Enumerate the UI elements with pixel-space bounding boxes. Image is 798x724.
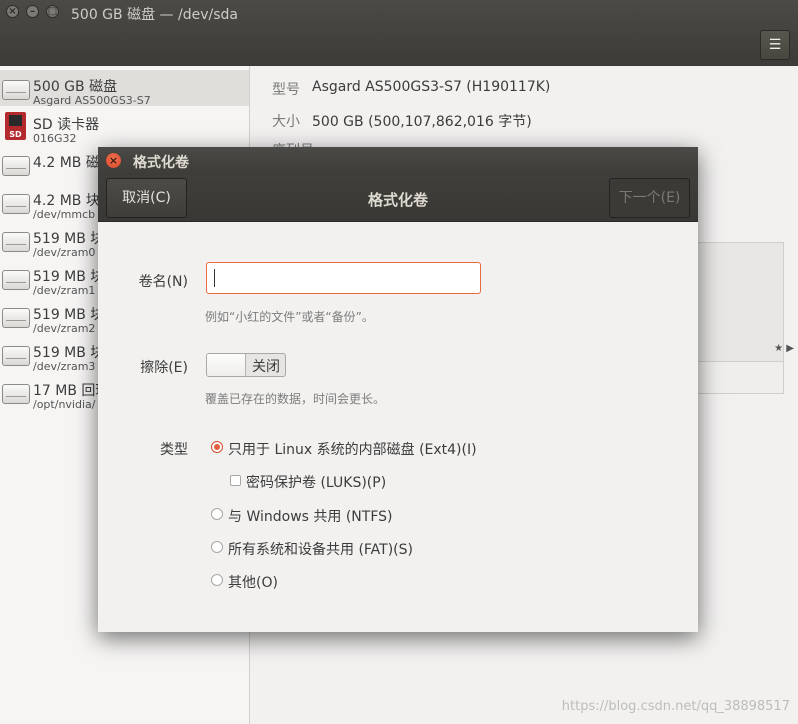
other-option-label[interactable]: 其他(O) (228, 572, 278, 592)
block-device-icon (2, 270, 30, 290)
harddisk-icon (2, 156, 30, 176)
hamburger-menu-icon: ☰ (768, 37, 782, 53)
volume-tools[interactable]: ★ ▶ (774, 343, 794, 354)
device-name: SD 读卡器 (33, 117, 100, 133)
block-device-icon (2, 194, 30, 214)
hamburger-menu-button[interactable]: ☰ (760, 30, 790, 60)
device-subtitle: /opt/nvidia/ (33, 398, 96, 411)
other-radio[interactable] (211, 574, 223, 586)
sidebar-item-500gb-disk[interactable]: 500 GB 磁盘 Asgard AS500GS3-S7 (0, 70, 249, 107)
model-label: 型号 (272, 82, 300, 98)
block-device-icon (2, 308, 30, 328)
type-label: 类型 (160, 442, 188, 458)
device-name: 519 MB 块 (33, 307, 105, 323)
window-title: 500 GB 磁盘 — /dev/sda (71, 7, 238, 23)
ext4-radio[interactable] (211, 441, 223, 453)
ext4-option-label[interactable]: 只用于 Linux 系统的内部磁盘 (Ext4)(I) (228, 439, 477, 459)
format-volume-dialog: × 格式化卷 取消(C) 格式化卷 下一个(E) 卷名(N) 例如“小红的文件”… (98, 147, 698, 632)
model-value: Asgard AS500GS3-S7 (H190117K) (312, 79, 551, 95)
device-name: 519 MB 块 (33, 269, 105, 285)
device-subtitle: /dev/zram3 (33, 360, 96, 373)
luks-option-label[interactable]: 密码保护卷 (LUKS)(P) (246, 472, 386, 492)
erase-label: 擦除(E) (140, 360, 188, 376)
volume-name-label: 卷名(N) (138, 274, 188, 290)
main-titlebar: × – □ 500 GB 磁盘 — /dev/sda ☰ (0, 0, 798, 66)
device-subtitle: /dev/zram1 (33, 284, 96, 297)
device-name: 4.2 MB 块 (33, 193, 100, 209)
dialog-header-title: 格式化卷 (367, 191, 428, 209)
close-window-icon[interactable]: × (6, 5, 19, 18)
fat-option-label[interactable]: 所有系统和设备共用 (FAT)(S) (228, 539, 413, 559)
size-label: 大小 (272, 114, 300, 130)
ntfs-radio[interactable] (211, 508, 223, 520)
volume-name-input[interactable] (206, 262, 481, 294)
erase-toggle-state: 关闭 (252, 359, 280, 375)
device-subtitle: /dev/mmcb (33, 208, 96, 221)
volume-name-hint: 例如“小红的文件”或者“备份”。 (205, 310, 374, 324)
maximize-window-icon[interactable]: □ (46, 5, 59, 18)
erase-toggle[interactable]: 关闭 (206, 353, 286, 377)
ntfs-option-label[interactable]: 与 Windows 共用 (NTFS) (228, 506, 393, 526)
erase-hint: 覆盖已存在的数据，时间会更长。 (205, 392, 386, 406)
device-subtitle: Asgard AS500GS3-S7 (33, 94, 151, 107)
harddisk-icon (2, 80, 30, 100)
luks-checkbox[interactable] (230, 475, 241, 486)
block-device-icon (2, 346, 30, 366)
dialog-header-bar: 取消(C) 格式化卷 下一个(E) (98, 175, 698, 222)
device-subtitle: /dev/zram0 (33, 246, 96, 259)
dialog-title: 格式化卷 (133, 155, 189, 171)
toggle-knob (207, 354, 246, 376)
device-name: 4.2 MB 磁 (33, 155, 100, 171)
fat-radio[interactable] (211, 541, 223, 553)
watermark: https://blog.csdn.net/qq_38898517 (561, 699, 790, 714)
sidebar-item-sd-reader[interactable]: SD SD 读卡器 016G32 (0, 108, 249, 145)
device-subtitle: /dev/zram2 (33, 322, 96, 335)
block-device-icon (2, 232, 30, 252)
next-button[interactable]: 下一个(E) (609, 178, 690, 218)
dialog-close-icon[interactable]: × (106, 153, 121, 168)
size-value: 500 GB (500,107,862,016 字节) (312, 114, 532, 130)
device-name: 519 MB 块 (33, 231, 105, 247)
device-name: 519 MB 块 (33, 345, 105, 361)
dialog-titlebar: × 格式化卷 (98, 147, 698, 175)
text-caret (214, 269, 215, 287)
device-subtitle: 016G32 (33, 132, 77, 145)
minimize-window-icon[interactable]: – (26, 5, 39, 18)
sd-card-icon: SD (5, 112, 26, 140)
block-device-icon (2, 384, 30, 404)
device-name: 500 GB 磁盘 (33, 79, 118, 95)
